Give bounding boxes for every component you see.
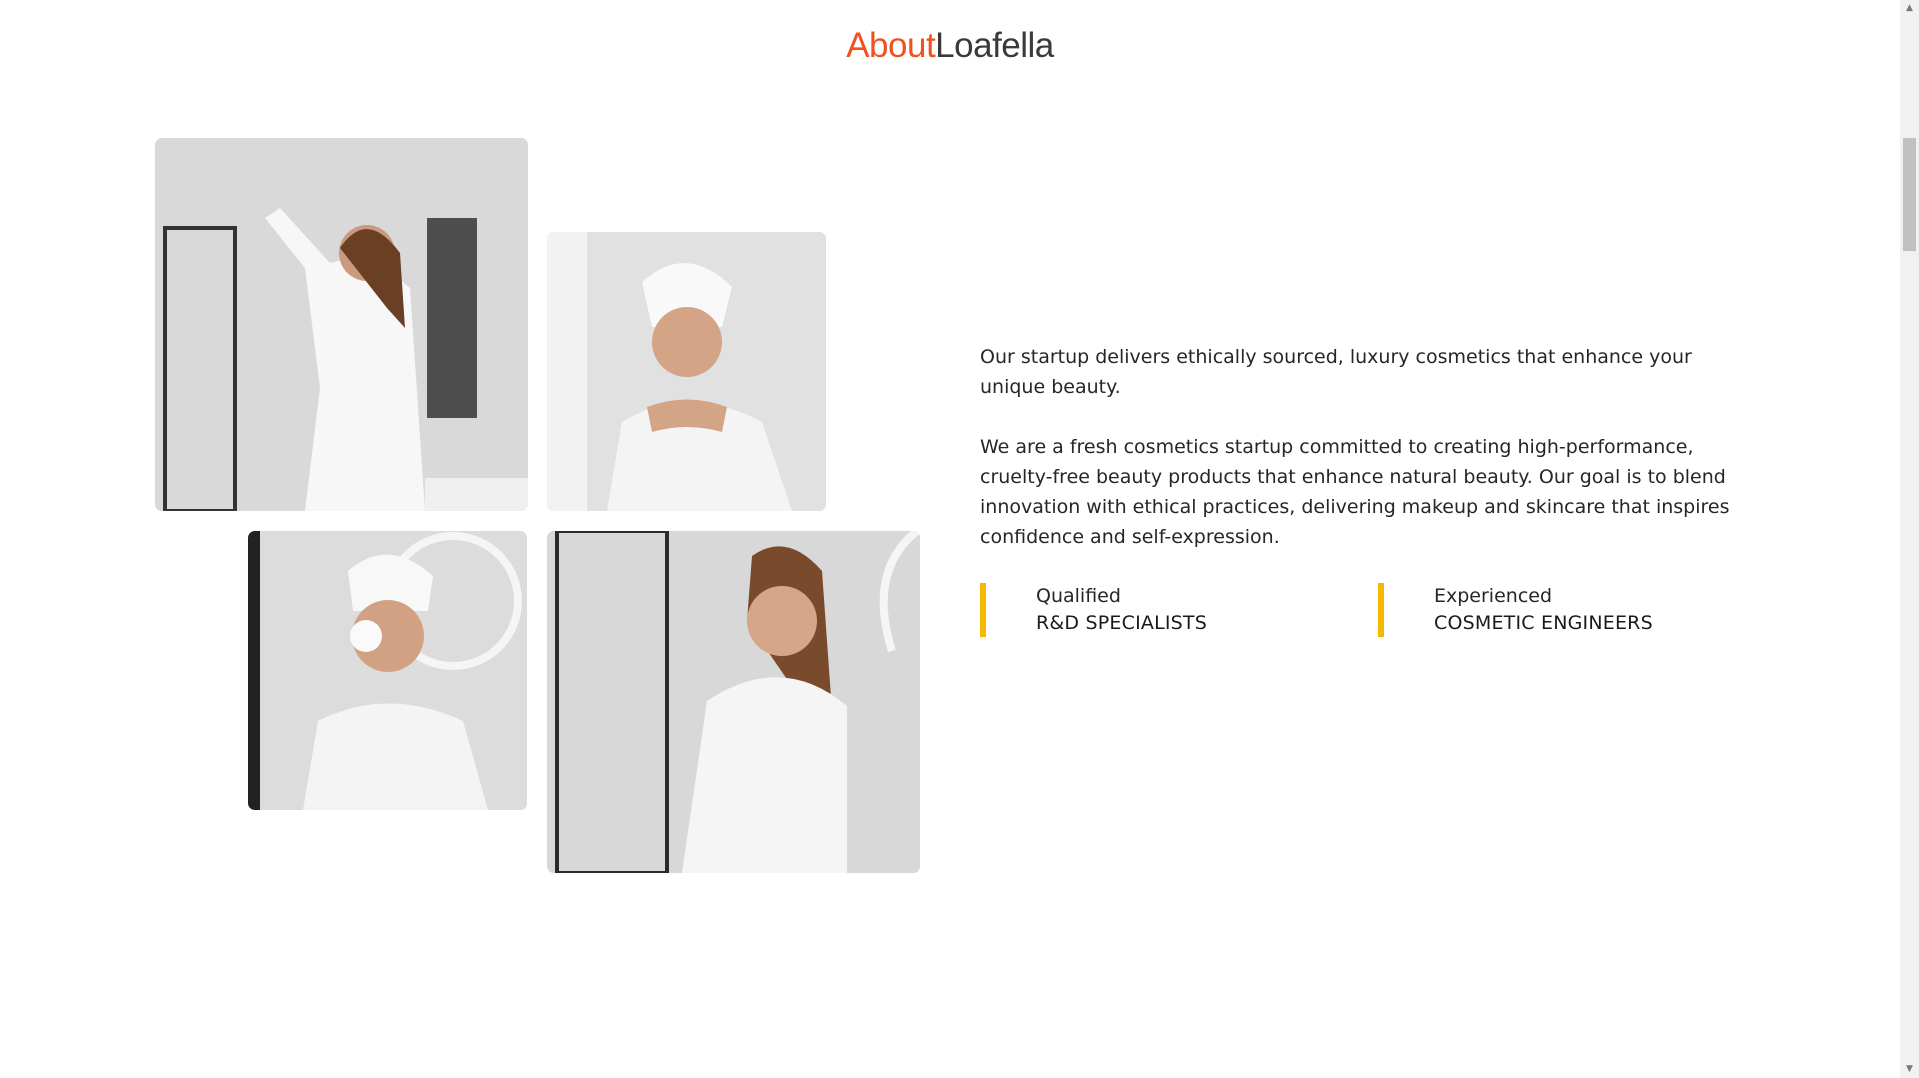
stat-value: R&D SPECIALISTS bbox=[1036, 612, 1207, 634]
scroll-down-icon[interactable]: ▼ bbox=[1900, 1061, 1919, 1078]
about-body: We are a fresh cosmetics startup committ… bbox=[980, 436, 1730, 548]
stat-cosmetic-engineers: Experienced COSMETIC ENGINEERS bbox=[1378, 583, 1653, 637]
about-copy: Our startup delivers ethically sourced, … bbox=[980, 342, 1745, 582]
title-brand: Loafella bbox=[935, 26, 1054, 65]
scrollbar-thumb[interactable] bbox=[1903, 138, 1916, 251]
section-title: AboutLoafella bbox=[0, 26, 1900, 66]
scroll-up-icon[interactable]: ▲ bbox=[1900, 0, 1919, 17]
woman-bathrobe-smiling-photo bbox=[547, 531, 920, 873]
page-scrollbar[interactable]: ▲ ▼ bbox=[1900, 0, 1919, 1078]
woman-towel-turban-photo bbox=[547, 232, 826, 511]
stat-value: COSMETIC ENGINEERS bbox=[1434, 612, 1653, 634]
title-accent: About bbox=[846, 26, 936, 65]
stat-rd-specialists: Qualified R&D SPECIALISTS bbox=[980, 583, 1207, 637]
stat-label: Experienced bbox=[1434, 585, 1553, 607]
woman-bathrobe-dancing-photo bbox=[155, 138, 528, 511]
about-intro: Our startup delivers ethically sourced, … bbox=[980, 346, 1692, 398]
woman-cotton-pad-photo bbox=[248, 531, 527, 810]
stat-label: Qualified bbox=[1036, 585, 1121, 607]
